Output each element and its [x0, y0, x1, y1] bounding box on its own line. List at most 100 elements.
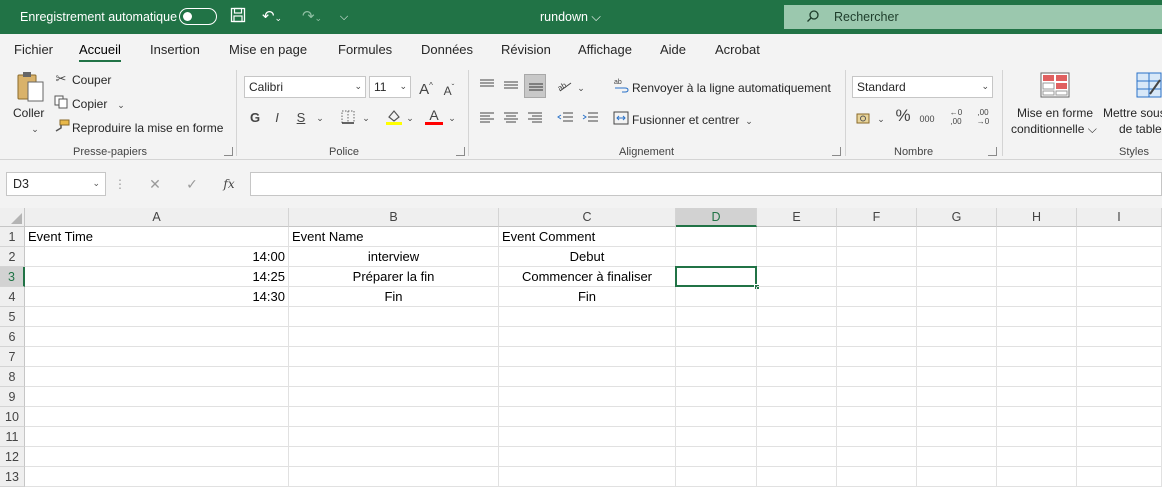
row-header-7[interactable]: 7 — [0, 347, 25, 367]
merge-dropdown-icon[interactable]: ⌄ — [744, 113, 754, 129]
redo-icon[interactable]: ↷⌄ — [298, 7, 326, 27]
row-header-4[interactable]: 4 — [0, 287, 25, 307]
cell-i11[interactable] — [1077, 427, 1162, 447]
cell-f11[interactable] — [837, 427, 917, 447]
cell-b13[interactable] — [289, 467, 499, 487]
cell-h10[interactable] — [997, 407, 1077, 427]
cell-a10[interactable] — [25, 407, 289, 427]
column-header-i[interactable]: I — [1077, 208, 1162, 227]
cell-e3[interactable] — [757, 267, 837, 287]
font-name-select[interactable]: Calibri ⌄ — [244, 76, 366, 98]
alignment-launcher-icon[interactable] — [832, 147, 841, 156]
cell-i8[interactable] — [1077, 367, 1162, 387]
font-color-dropdown-icon[interactable]: ⌄ — [447, 110, 457, 126]
align-top-icon[interactable] — [479, 79, 495, 95]
cell-a4[interactable]: 14:30 — [25, 287, 289, 307]
cell-g11[interactable] — [917, 427, 997, 447]
decrease-decimal-icon[interactable]: ,00 →0 — [973, 108, 993, 126]
cell-g12[interactable] — [917, 447, 997, 467]
cell-i1[interactable] — [1077, 227, 1162, 247]
format-as-table-label-2[interactable]: de table — [1119, 122, 1162, 136]
cell-a12[interactable] — [25, 447, 289, 467]
cell-f5[interactable] — [837, 307, 917, 327]
number-launcher-icon[interactable] — [988, 147, 997, 156]
cell-a8[interactable] — [25, 367, 289, 387]
column-header-g[interactable]: G — [917, 208, 997, 227]
cell-h13[interactable] — [997, 467, 1077, 487]
cell-f3[interactable] — [837, 267, 917, 287]
cell-c1[interactable]: Event Comment — [499, 227, 676, 247]
conditional-formatting-label[interactable]: Mise en forme — [1017, 106, 1093, 120]
cell-g4[interactable] — [917, 287, 997, 307]
cell-e9[interactable] — [757, 387, 837, 407]
bold-button[interactable]: G — [248, 110, 262, 126]
cell-a3[interactable]: 14:25 — [25, 267, 289, 287]
cell-f8[interactable] — [837, 367, 917, 387]
cell-i9[interactable] — [1077, 387, 1162, 407]
cell-h5[interactable] — [997, 307, 1077, 327]
save-icon[interactable] — [229, 7, 247, 27]
cell-g9[interactable] — [917, 387, 997, 407]
cell-h12[interactable] — [997, 447, 1077, 467]
name-box[interactable]: D3 ⌄ — [6, 172, 106, 196]
cell-d9[interactable] — [676, 387, 757, 407]
conditional-formatting-label-2[interactable]: conditionnelle ⌵ — [1011, 122, 1097, 137]
percent-button[interactable]: % — [893, 107, 913, 124]
cell-i3[interactable] — [1077, 267, 1162, 287]
cell-i13[interactable] — [1077, 467, 1162, 487]
cell-e12[interactable] — [757, 447, 837, 467]
cell-b11[interactable] — [289, 427, 499, 447]
cell-f10[interactable] — [837, 407, 917, 427]
tab-formules[interactable]: Formules — [338, 42, 392, 57]
cell-d5[interactable] — [676, 307, 757, 327]
row-header-6[interactable]: 6 — [0, 327, 25, 347]
cell-e8[interactable] — [757, 367, 837, 387]
cell-f7[interactable] — [837, 347, 917, 367]
cell-h9[interactable] — [997, 387, 1077, 407]
cell-e2[interactable] — [757, 247, 837, 267]
cell-b2[interactable]: interview — [289, 247, 499, 267]
cut-button[interactable]: Couper — [72, 73, 111, 87]
cell-e6[interactable] — [757, 327, 837, 347]
paste-icon[interactable] — [14, 70, 46, 104]
cell-b3[interactable]: Préparer la fin — [289, 267, 499, 287]
enter-icon[interactable]: ✓ — [183, 172, 201, 196]
align-bottom-button[interactable] — [524, 74, 546, 98]
cell-i7[interactable] — [1077, 347, 1162, 367]
align-left-icon[interactable] — [479, 112, 495, 128]
clipboard-launcher-icon[interactable] — [224, 147, 233, 156]
align-center-icon[interactable] — [503, 112, 519, 128]
borders-dropdown-icon[interactable]: ⌄ — [361, 110, 371, 126]
select-all-button[interactable] — [0, 208, 25, 227]
cell-h11[interactable] — [997, 427, 1077, 447]
underline-dropdown-icon[interactable]: ⌄ — [315, 110, 325, 126]
cell-d6[interactable] — [676, 327, 757, 347]
cell-i6[interactable] — [1077, 327, 1162, 347]
formula-input[interactable] — [250, 172, 1162, 196]
row-header-11[interactable]: 11 — [0, 427, 25, 447]
tab-revision[interactable]: Révision — [501, 42, 551, 57]
tab-affichage[interactable]: Affichage — [578, 42, 632, 57]
cell-b10[interactable] — [289, 407, 499, 427]
cell-g5[interactable] — [917, 307, 997, 327]
fill-color-dropdown-icon[interactable]: ⌄ — [405, 110, 415, 126]
cell-h3[interactable] — [997, 267, 1077, 287]
cell-f6[interactable] — [837, 327, 917, 347]
cell-b7[interactable] — [289, 347, 499, 367]
grow-font-icon[interactable]: A^ — [416, 78, 436, 98]
cell-e5[interactable] — [757, 307, 837, 327]
format-as-table-label[interactable]: Mettre sous — [1103, 106, 1162, 120]
cell-i10[interactable] — [1077, 407, 1162, 427]
cell-f9[interactable] — [837, 387, 917, 407]
cell-f4[interactable] — [837, 287, 917, 307]
cell-c7[interactable] — [499, 347, 676, 367]
customize-toolbar-icon[interactable]: ⌵ — [336, 7, 352, 27]
align-right-icon[interactable] — [527, 112, 543, 128]
cell-g6[interactable] — [917, 327, 997, 347]
orientation-icon[interactable]: ab — [556, 77, 574, 97]
cell-g8[interactable] — [917, 367, 997, 387]
cell-f13[interactable] — [837, 467, 917, 487]
cell-h4[interactable] — [997, 287, 1077, 307]
underline-button[interactable]: S — [295, 110, 307, 126]
tab-insertion[interactable]: Insertion — [150, 42, 200, 57]
